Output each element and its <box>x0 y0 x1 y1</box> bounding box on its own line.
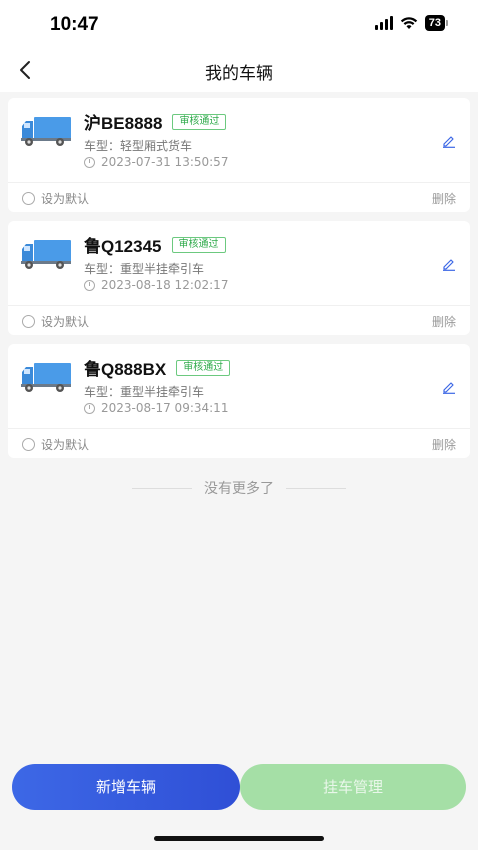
delete-button[interactable]: 删除 <box>432 313 456 330</box>
delete-button[interactable]: 删除 <box>432 190 456 207</box>
clock-icon <box>84 279 95 291</box>
add-vehicle-button[interactable]: 新增车辆 <box>12 764 240 810</box>
edit-icon[interactable] <box>442 134 456 148</box>
divider-right <box>286 487 346 489</box>
set-default-toggle[interactable]: 设为默认 <box>22 190 89 207</box>
edit-icon[interactable] <box>442 257 456 271</box>
page-title: 我的车辆 <box>205 64 273 84</box>
vehicle-type: 车型：轻型厢式货车 <box>84 139 193 153</box>
clock-icon <box>84 402 95 414</box>
status-time: 10:47 <box>50 14 99 35</box>
bottom-action-bar: 挂车管理 新增车辆 <box>12 764 466 810</box>
battery-level: 73 <box>424 15 445 31</box>
set-default-toggle[interactable]: 设为默认 <box>22 313 89 330</box>
radio-icon[interactable] <box>22 438 35 451</box>
timestamp: 2023-08-18 12:02:17 <box>101 278 229 292</box>
vehicle-time: 2023-07-31 13:50:57 <box>84 155 228 169</box>
vehicle-type: 车型：重型半挂牵引车 <box>84 262 205 276</box>
truck-icon <box>21 117 71 146</box>
divider <box>8 305 470 306</box>
vehicle-card[interactable]: 鲁Q888BX 审核通过 车型：重型半挂牵引车 2023-08-17 09:34… <box>8 344 470 458</box>
no-more-text: 没有更多了 <box>204 481 274 497</box>
clock-icon <box>84 156 95 168</box>
plate-number: 鲁Q12345 <box>84 237 162 256</box>
truck-icon <box>21 363 71 392</box>
status-icons: 73 <box>374 15 448 31</box>
end-of-list: 没有更多了 <box>0 478 478 498</box>
vehicle-card[interactable]: 鲁Q12345 审核通过 车型：重型半挂牵引车 2023-08-18 12:02… <box>8 221 470 335</box>
home-indicator[interactable] <box>154 836 324 841</box>
edit-icon[interactable] <box>442 380 456 394</box>
set-default-label: 设为默认 <box>41 438 90 452</box>
vehicle-list: 沪BE8888 审核通过 车型：轻型厢式货车 2023-07-31 13:50:… <box>8 98 470 467</box>
timestamp: 2023-07-31 13:50:57 <box>101 155 229 169</box>
divider <box>8 182 470 183</box>
set-default-label: 设为默认 <box>41 192 90 206</box>
status-bar: 10:47 73 <box>0 0 478 48</box>
status-badge: 审核通过 <box>171 236 226 253</box>
vehicle-card[interactable]: 沪BE8888 审核通过 车型：轻型厢式货车 2023-07-31 13:50:… <box>8 98 470 212</box>
trailer-management-button[interactable]: 挂车管理 <box>240 764 466 810</box>
status-badge: 审核通过 <box>172 113 227 130</box>
nav-bar: 我的车辆 <box>0 48 478 92</box>
battery-icon: 73 <box>424 15 448 31</box>
vehicle-time: 2023-08-17 09:34:11 <box>84 401 228 415</box>
divider-left <box>132 487 192 489</box>
vehicle-type: 车型：重型半挂牵引车 <box>84 385 205 399</box>
signal-icon <box>374 16 393 30</box>
radio-icon[interactable] <box>22 192 35 205</box>
plate-row: 鲁Q888BX 审核通过 <box>84 355 231 380</box>
vehicle-time: 2023-08-18 12:02:17 <box>84 278 228 292</box>
plate-row: 鲁Q12345 审核通过 <box>84 232 226 257</box>
set-default-toggle[interactable]: 设为默认 <box>22 436 89 453</box>
set-default-label: 设为默认 <box>41 315 90 329</box>
divider <box>8 428 470 429</box>
plate-number: 沪BE8888 <box>84 114 163 133</box>
radio-icon[interactable] <box>22 315 35 328</box>
plate-number: 鲁Q888BX <box>84 360 167 379</box>
plate-row: 沪BE8888 审核通过 <box>84 109 227 134</box>
status-badge: 审核通过 <box>176 359 231 376</box>
delete-button[interactable]: 删除 <box>432 436 456 453</box>
wifi-icon <box>400 17 417 29</box>
truck-icon <box>21 240 71 269</box>
timestamp: 2023-08-17 09:34:11 <box>101 401 229 415</box>
